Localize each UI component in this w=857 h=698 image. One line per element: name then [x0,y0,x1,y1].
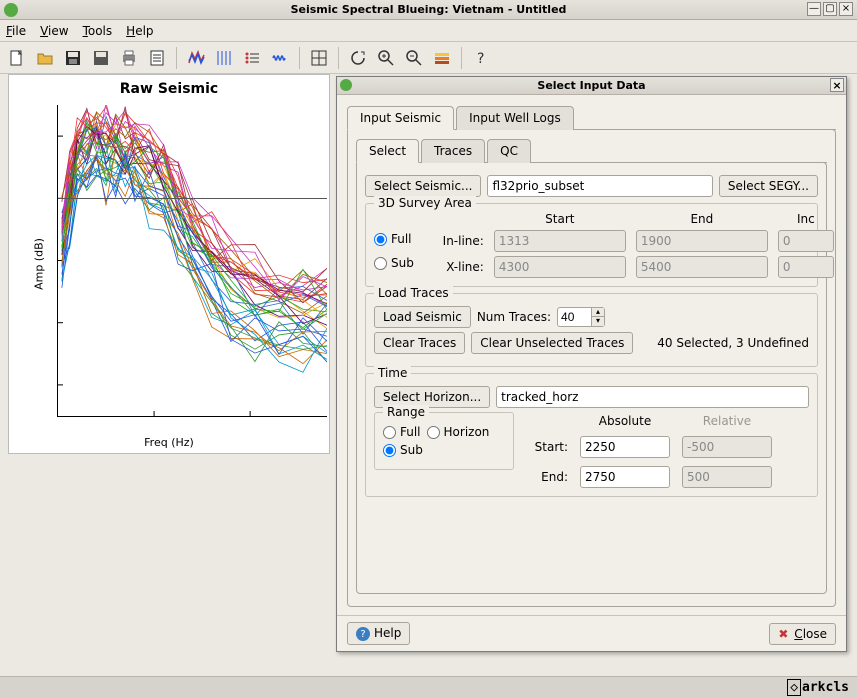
zoom-out-icon[interactable] [403,47,425,69]
dialog-icon [340,79,352,91]
color-map-icon[interactable] [431,47,453,69]
time-legend: Time [374,366,411,380]
num-traces-label: Num Traces: [477,310,551,324]
survey-end-header: End [636,212,768,226]
survey-start-header: Start [494,212,626,226]
work-area: Raw Seismic Amp (dB) Freq (Hz) -60 -40 -20… [0,74,857,676]
open-file-icon[interactable] [34,47,56,69]
tab-input-seismic[interactable]: Input Seismic [347,106,454,130]
xline-start-field [494,256,626,278]
range-horizon-radio[interactable]: Horizon [427,425,490,439]
window-minimize-button[interactable]: — [807,2,821,16]
chart-title: Raw Seismic [9,81,329,97]
survey-area-legend: 3D Survey Area [374,196,476,210]
grid-icon[interactable] [308,47,330,69]
survey-full-radio[interactable]: Full [374,232,414,246]
select-input-data-dialog: Select Input Data × Input Seismic Input … [336,76,847,652]
menu-file[interactable]: File [6,24,26,38]
absolute-header: Absolute [580,414,670,428]
clear-traces-button[interactable]: Clear Traces [374,332,465,354]
toolbar: ? [0,42,857,74]
xline-end-field [636,256,768,278]
tab-input-well-logs[interactable]: Input Well Logs [456,106,574,130]
rel-start-field [682,436,772,458]
close-x-icon: ✖ [778,627,788,641]
select-seismic-button[interactable]: Select Seismic... [365,175,481,197]
menu-help[interactable]: Help [126,24,153,38]
inline-end-field [636,230,768,252]
seismic-name-field[interactable] [487,175,712,197]
y-tick: 20 [57,131,58,142]
tab-qc[interactable]: QC [487,139,531,163]
outer-tabstrip: Input Seismic Input Well Logs [347,105,836,130]
rel-end-field [682,466,772,488]
range-full-radio[interactable]: Full [383,425,421,439]
range-sub-radio[interactable]: Sub [383,443,423,457]
inline-start-field [494,230,626,252]
chart-plot-area: -60-40-2002050100 [57,105,327,417]
survey-sub-radio[interactable]: Sub [374,256,414,270]
horizon-name-field[interactable] [496,386,809,408]
y-tick: -40 [57,317,58,328]
chart-panel: Raw Seismic Amp (dB) Freq (Hz) -60 -40 -20… [8,74,330,454]
window-title: Seismic Spectral Blueing: Vietnam - Unti… [291,3,567,16]
abs-start-field[interactable] [580,436,670,458]
inline-label: In-line: [424,234,484,248]
save-as-icon[interactable] [90,47,112,69]
xline-label: X-line: [424,260,484,274]
time-start-label: Start: [526,440,568,454]
tab-select[interactable]: Select [356,139,419,163]
refresh-icon[interactable] [347,47,369,69]
tab-traces[interactable]: Traces [421,139,485,163]
statusbar: ◇arkcls [0,676,857,698]
traces-icon[interactable] [213,47,235,69]
abs-end-field[interactable] [580,466,670,488]
list-icon[interactable] [241,47,263,69]
spectrum-icon[interactable] [185,47,207,69]
num-traces-field[interactable] [557,307,591,327]
clear-unselected-traces-button[interactable]: Clear Unselected Traces [471,332,633,354]
help-icon[interactable]: ? [470,47,492,69]
dialog-titlebar: Select Input Data × [337,77,846,95]
select-segy-button[interactable]: Select SEGY... [719,175,818,197]
menu-view[interactable]: View [40,24,68,38]
relative-header: Relative [682,414,772,428]
zoom-in-icon[interactable] [375,47,397,69]
survey-inc-header: Inc [778,212,834,226]
save-icon[interactable] [62,47,84,69]
app-icon [4,3,18,17]
new-file-icon[interactable] [6,47,28,69]
inline-inc-field [778,230,834,252]
report-icon[interactable] [146,47,168,69]
dialog-title: Select Input Data [537,79,645,92]
dialog-help-button[interactable]: ?Help [347,622,410,646]
y-tick: -60 [57,379,58,390]
traces-status-text: 40 Selected, 3 Undefined [657,336,809,350]
load-traces-legend: Load Traces [374,286,453,300]
help-circle-icon: ? [356,627,370,641]
menu-tools[interactable]: Tools [83,24,113,38]
chart-x-label: Freq (Hz) [144,436,194,449]
time-end-label: End: [526,470,568,484]
window-maximize-button[interactable]: ▢ [823,2,837,16]
print-icon[interactable] [118,47,140,69]
dialog-close-button[interactable]: ✖ Close [769,623,836,645]
chart-y-label: Amp (dB) [32,238,45,290]
brand-logo: ◇arkcls [787,679,849,696]
range-legend: Range [383,405,429,419]
svg-text:?: ? [477,51,484,67]
inner-tabstrip: Select Traces QC [356,138,827,163]
window-close-button[interactable]: × [839,2,853,16]
menubar: File View Tools Help [0,20,857,42]
spin-down-icon[interactable]: ▾ [592,317,604,326]
y-tick: -20 [57,255,58,266]
num-traces-spinner[interactable]: ▴▾ [557,307,605,327]
window-titlebar: Seismic Spectral Blueing: Vietnam - Unti… [0,0,857,20]
load-seismic-button[interactable]: Load Seismic [374,306,471,328]
xline-inc-field [778,256,834,278]
wavelet-icon[interactable] [269,47,291,69]
dialog-close-icon[interactable]: × [830,78,844,92]
